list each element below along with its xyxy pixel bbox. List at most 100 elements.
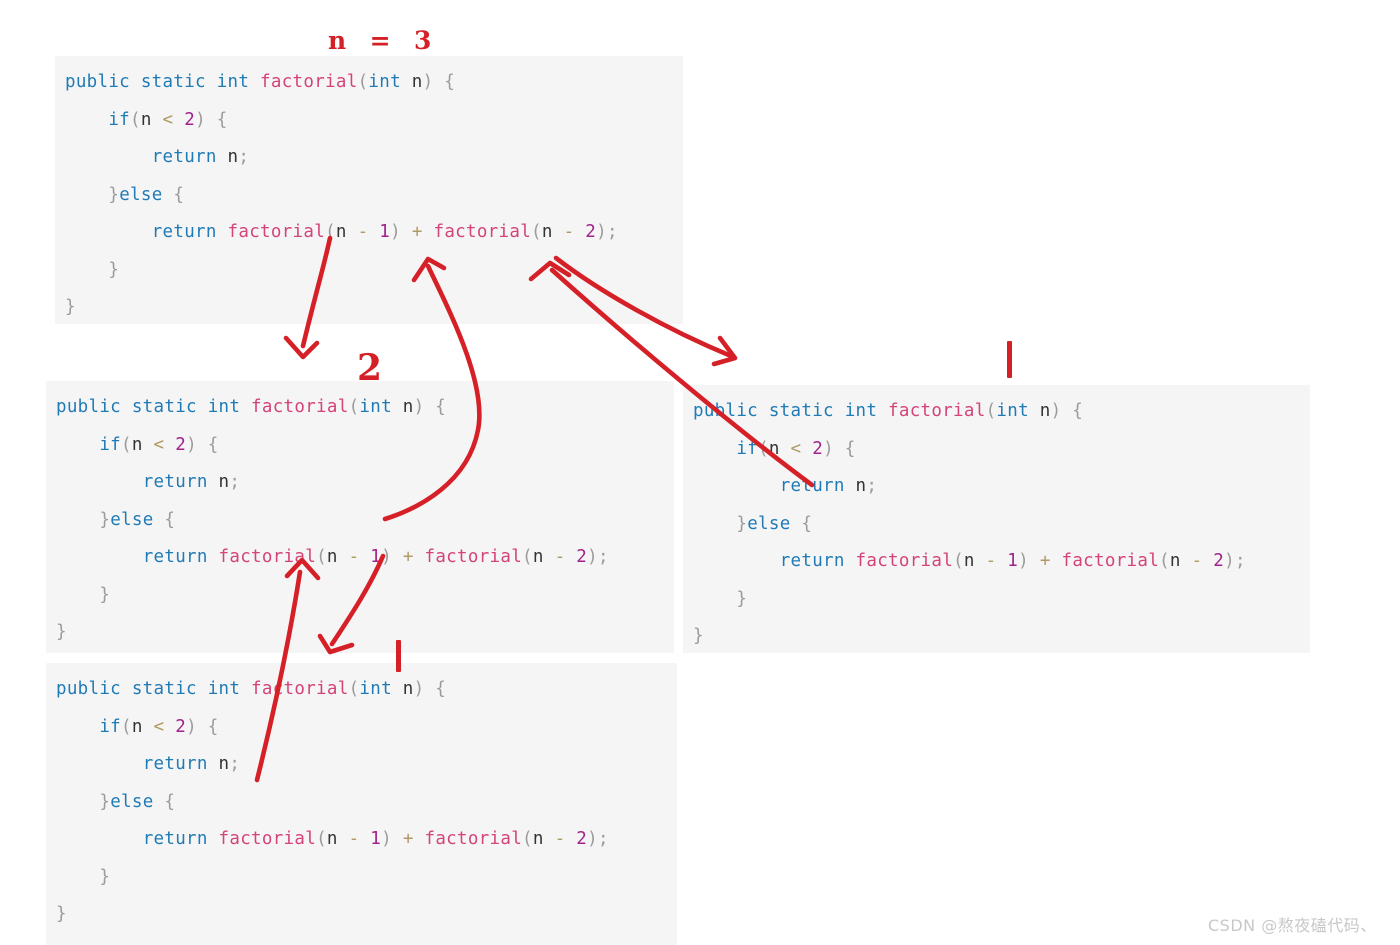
code-line: } xyxy=(56,577,674,615)
code-token: n xyxy=(335,222,347,242)
code-token: } xyxy=(99,584,111,605)
code-token: 2 xyxy=(576,547,588,567)
code-token: 1 xyxy=(370,547,382,567)
code-token: ( xyxy=(985,401,997,421)
code-token: n xyxy=(402,397,414,417)
code-line: return n; xyxy=(56,746,677,784)
code-token: - xyxy=(985,551,997,571)
code-block-top-left: public static int factorial(int n) { if(… xyxy=(55,56,683,324)
code-line: } xyxy=(65,289,683,327)
code-token: if xyxy=(99,716,122,737)
code-line: } xyxy=(56,614,674,652)
code-line: if(n < 2) { xyxy=(56,709,677,747)
code-token: int xyxy=(996,401,1029,421)
code-token: ( xyxy=(357,72,369,92)
code-token: ); xyxy=(587,547,609,567)
code-token: ) xyxy=(422,72,434,92)
code-line: public static int factorial(int n) { xyxy=(693,393,1310,431)
code-line: return n; xyxy=(693,468,1310,506)
code-token: n xyxy=(532,829,544,849)
code-token: { xyxy=(433,72,456,92)
code-line: public static int factorial(int n) { xyxy=(56,671,677,709)
code-token: ( xyxy=(758,438,769,459)
code-token: n xyxy=(326,829,338,849)
code-token: factorial xyxy=(251,397,349,417)
code-token: { xyxy=(153,509,176,530)
code-token: } xyxy=(108,259,120,280)
code-line: return factorial(n - 1) + factorial(n - … xyxy=(56,821,677,859)
code-token: public static int xyxy=(65,72,261,92)
code-token: { xyxy=(833,438,856,459)
code-token: return xyxy=(142,547,208,567)
code-line: } xyxy=(56,896,677,934)
code-line: return n; xyxy=(65,139,683,177)
code-line: }else { xyxy=(56,502,674,540)
code-token: factorial xyxy=(218,547,317,567)
code-line: } xyxy=(693,618,1310,656)
code-token: - xyxy=(348,547,360,567)
code-token: ( xyxy=(1159,551,1170,571)
csdn-watermark: CSDN @熬夜磕代码、 xyxy=(1208,916,1377,935)
code-line: return factorial(n - 1) + factorial(n - … xyxy=(56,539,674,577)
code-token: ) xyxy=(186,434,197,455)
code-token: ( xyxy=(531,222,542,242)
code-token: + xyxy=(1039,551,1051,571)
code-token: ; xyxy=(229,472,241,492)
code-token: n xyxy=(541,222,553,242)
code-token: { xyxy=(790,513,813,534)
code-token: n xyxy=(411,72,423,92)
code-token: ; xyxy=(229,754,241,774)
code-token: ) xyxy=(413,397,425,417)
code-token: ) xyxy=(381,829,392,849)
code-token: ( xyxy=(316,829,327,849)
code-token: return xyxy=(142,754,208,774)
code-token: - xyxy=(563,222,575,242)
code-token: ); xyxy=(1224,551,1246,571)
code-line: return factorial(n - 1) + factorial(n - … xyxy=(693,543,1310,581)
code-token: ); xyxy=(587,829,609,849)
code-token: n xyxy=(768,438,780,459)
annotation-step-2: 2 xyxy=(357,347,383,389)
code-token: else xyxy=(747,513,791,534)
code-token: 2 xyxy=(585,222,597,242)
code-token: int xyxy=(368,72,401,92)
code-token: if xyxy=(108,109,131,130)
code-token: } xyxy=(736,513,748,534)
annotation-step-1-right xyxy=(1007,341,1012,378)
code-token: ( xyxy=(121,716,132,737)
code-token: ( xyxy=(325,222,336,242)
code-token: return xyxy=(779,551,845,571)
code-line: if(n < 2) { xyxy=(56,427,674,465)
code-token: { xyxy=(1061,401,1084,421)
code-token: return xyxy=(779,476,845,496)
code-line: public static int factorial(int n) { xyxy=(56,389,674,427)
code-token: n xyxy=(218,754,230,774)
